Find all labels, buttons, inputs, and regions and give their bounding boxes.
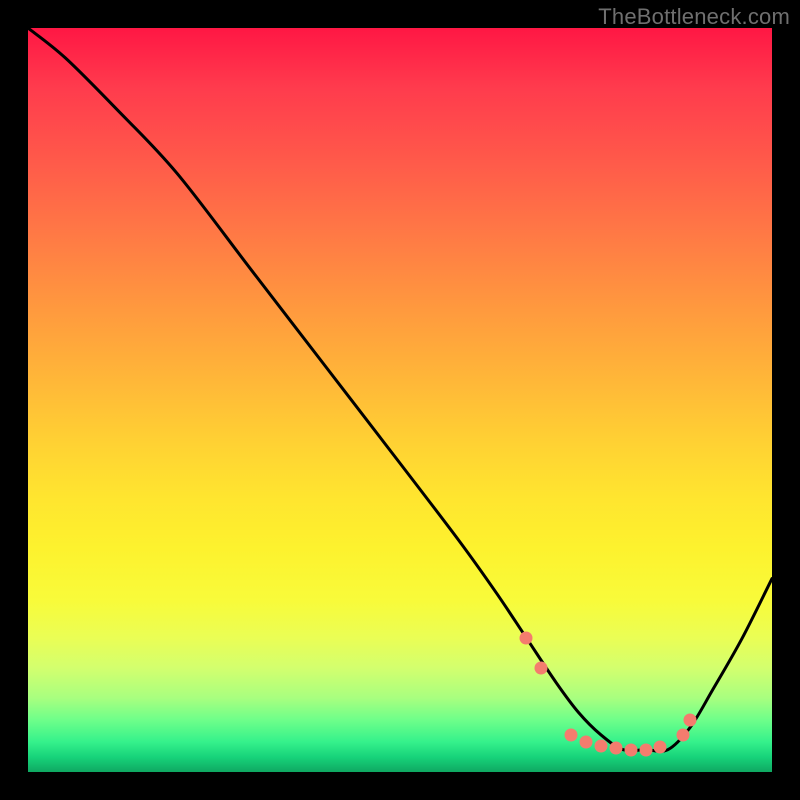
attribution-text: TheBottleneck.com: [598, 4, 790, 30]
curve-marker: [520, 632, 533, 645]
bottleneck-curve: [28, 28, 772, 751]
curve-svg: [28, 28, 772, 772]
curve-marker: [639, 743, 652, 756]
curve-marker: [624, 743, 637, 756]
curve-marker: [594, 739, 607, 752]
chart-plot-area: [28, 28, 772, 772]
curve-marker: [535, 661, 548, 674]
curve-marker: [654, 741, 667, 754]
curve-marker: [565, 728, 578, 741]
curve-marker: [580, 736, 593, 749]
curve-marker: [609, 742, 622, 755]
curve-marker: [684, 713, 697, 726]
curve-marker: [676, 728, 689, 741]
chart-frame: TheBottleneck.com: [0, 0, 800, 800]
